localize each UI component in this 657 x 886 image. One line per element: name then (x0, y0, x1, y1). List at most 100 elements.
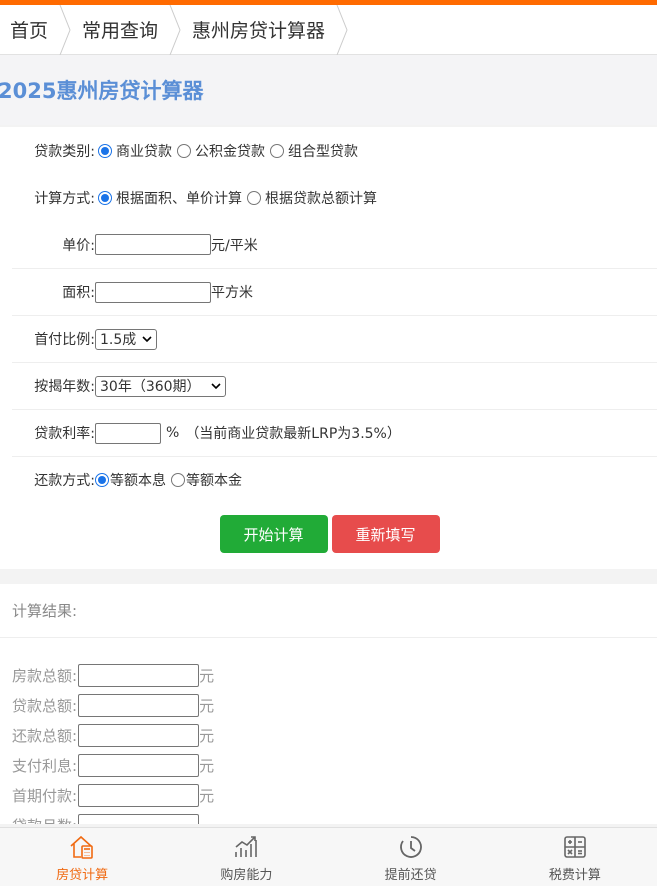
down-payment-label: 首付比例: (34, 332, 95, 348)
reset-button[interactable]: 重新填写 (331, 515, 440, 553)
bottom-tab-bar: 房贷计算 购房能力 提前还贷 税费计算 (0, 827, 657, 886)
breadcrumb-current: 惠州房贷计算器 (182, 4, 349, 55)
down-payment-field[interactable] (78, 783, 200, 807)
unit-price-unit: 元/平米 (211, 237, 258, 254)
result-heading: 计算结果: (0, 584, 657, 638)
result-label: 贷款月数: (12, 815, 77, 825)
repay-method-row: 还款方式: 等额本息 等额本金 (12, 456, 657, 503)
result-row-loan-total: 贷款总额: 元 (12, 690, 657, 720)
house-total-field[interactable] (78, 663, 200, 687)
area-unit: 平方米 (211, 285, 253, 301)
down-payment-row: 首付比例: 1.5成 (12, 315, 657, 362)
option-label: 组合型贷款 (288, 143, 358, 160)
radio-provident[interactable] (177, 143, 191, 158)
radio-equal-principal[interactable] (171, 473, 185, 487)
loan-type-commercial[interactable]: 商业贷款 (95, 141, 172, 161)
down-payment-select[interactable]: 1.5成 (95, 328, 158, 350)
calc-method-total[interactable]: 根据贷款总额计算 (244, 188, 377, 208)
chevron-right-icon (336, 4, 348, 55)
option-label: 根据贷款总额计算 (265, 190, 377, 207)
area-row: 面积: 平方米 (12, 268, 657, 315)
result-unit: 元 (199, 786, 215, 805)
result-unit: 元 (199, 726, 215, 745)
result-unit: 元 (199, 666, 215, 685)
rate-input[interactable] (95, 422, 161, 444)
option-label: 等额本金 (186, 473, 242, 489)
option-label: 根据面积、单价计算 (116, 190, 242, 207)
result-row-repay-total: 还款总额: 元 (12, 720, 657, 750)
tab-early-repayment[interactable]: 提前还贷 (329, 828, 493, 886)
loan-form: 贷款类别: 商业贷款 公积金贷款 组合型贷款 计算方式: 根据面积、单价计算 根… (0, 127, 657, 569)
rate-row: 贷款利率: % （当前商业贷款最新LRP为3.5%） (12, 409, 657, 456)
interest-field[interactable] (78, 753, 200, 777)
loan-type-combined[interactable]: 组合型贷款 (267, 141, 358, 161)
loan-type-provident[interactable]: 公积金贷款 (174, 141, 265, 161)
result-row-house-total: 房款总额: 元 (12, 660, 657, 690)
chevron-down-icon (142, 336, 152, 343)
rate-label: 贷款利率: (34, 426, 95, 442)
years-select[interactable]: 30年（360期） (95, 375, 226, 397)
radio-commercial[interactable] (98, 143, 112, 158)
chevron-right-icon (169, 4, 181, 55)
repay-method-label: 还款方式: (34, 473, 95, 489)
result-unit: 元 (199, 696, 215, 715)
option-label: 公积金贷款 (195, 143, 265, 160)
years-label: 按揭年数: (34, 379, 95, 395)
years-row: 按揭年数: 30年（360期） (12, 362, 657, 409)
rate-note: （当前商业贷款最新LRP为3.5%） (185, 426, 401, 442)
loan-type-row: 贷款类别: 商业贷款 公积金贷款 组合型贷款 (0, 127, 657, 174)
option-label: 等额本息 (110, 473, 166, 489)
result-row-months: 贷款月数: (12, 810, 657, 824)
calculator-icon (564, 836, 586, 858)
title-section: 2025惠州房贷计算器 (0, 55, 657, 125)
section-divider (0, 569, 657, 584)
unit-price-label: 单价: (62, 237, 95, 254)
page-title: 2025惠州房贷计算器 (0, 79, 204, 103)
breadcrumb-common-queries[interactable]: 常用查询 (72, 4, 182, 55)
breadcrumb-current-label: 惠州房贷计算器 (192, 20, 326, 42)
result-row-down-payment: 首期付款: 元 (12, 780, 657, 810)
months-field[interactable] (78, 813, 200, 824)
area-label: 面积: (62, 285, 95, 301)
result-label: 首期付款: (12, 786, 78, 805)
tab-label: 提前还贷 (384, 868, 437, 883)
unit-price-input[interactable] (95, 234, 211, 255)
radio-area-price[interactable] (98, 190, 112, 205)
area-input[interactable] (95, 281, 211, 303)
result-row-interest: 支付利息: 元 (12, 750, 657, 780)
result-unit: 元 (199, 756, 215, 775)
breadcrumb-common-queries-label: 常用查询 (82, 20, 159, 42)
tab-mortgage-calc[interactable]: 房贷计算 (0, 828, 164, 886)
clock-icon (399, 836, 422, 858)
result-label: 还款总额: (12, 726, 78, 745)
tab-label: 购房能力 (220, 868, 273, 883)
calc-method-row: 计算方式: 根据面积、单价计算 根据贷款总额计算 (0, 174, 657, 221)
form-actions: 开始计算 重新填写 (0, 503, 657, 553)
loan-type-label: 贷款类别: (34, 143, 95, 160)
tab-tax-calc[interactable]: 税费计算 (493, 828, 657, 886)
unit-price-row: 单价: 元/平米 (0, 221, 657, 268)
repay-total-field[interactable] (78, 723, 200, 747)
radio-equal-payment[interactable] (95, 473, 109, 487)
house-calculator-icon (70, 835, 93, 859)
result-section: 计算结果: 房款总额: 元 贷款总额: 元 还款总额: 元 支付利息: 元 首期… (0, 584, 657, 824)
tab-purchasing-power[interactable]: 购房能力 (164, 828, 328, 886)
radio-combined[interactable] (270, 143, 284, 158)
tab-label: 房贷计算 (56, 868, 109, 883)
rate-unit: % (166, 425, 180, 441)
loan-total-field[interactable] (78, 693, 200, 717)
down-payment-value: 1.5成 (100, 332, 137, 348)
calc-method-area-price[interactable]: 根据面积、单价计算 (95, 188, 242, 208)
tab-label: 税费计算 (548, 868, 601, 883)
result-list: 房款总额: 元 贷款总额: 元 还款总额: 元 支付利息: 元 首期付款: 元 … (0, 638, 657, 824)
result-label: 贷款总额: (12, 696, 78, 715)
bar-chart-icon (235, 836, 258, 857)
repay-method-equal-principal[interactable]: 等额本金 (168, 470, 242, 490)
calculate-button[interactable]: 开始计算 (219, 515, 328, 553)
years-value: 30年（360期） (100, 379, 201, 395)
option-label: 商业贷款 (116, 143, 172, 160)
breadcrumb-home[interactable]: 首页 (0, 4, 72, 55)
radio-total[interactable] (247, 190, 261, 205)
breadcrumb-home-label: 首页 (10, 20, 49, 42)
repay-method-equal-payment[interactable]: 等额本息 (95, 470, 166, 490)
